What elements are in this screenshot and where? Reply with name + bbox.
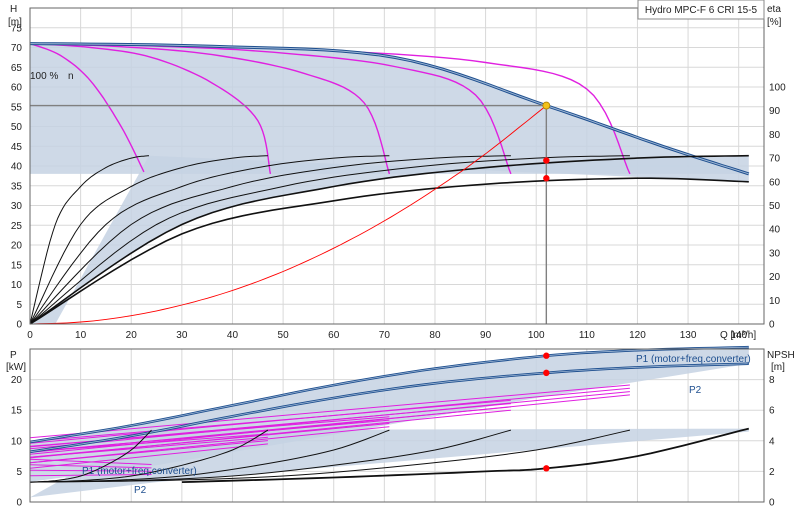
y-right-tick-label: 90 bbox=[769, 106, 781, 117]
y-right-tick-label: 80 bbox=[769, 130, 781, 141]
chart-svg: 0 10 20 30 40 50 60 70 80 90 100 110 120 130 140051015… bbox=[6, 0, 795, 509]
npsh-axis-unit: [m] bbox=[771, 362, 785, 373]
eta-marker-1 bbox=[543, 175, 550, 182]
eta-envelope-area bbox=[30, 155, 749, 324]
npsh-tick-label: 4 bbox=[769, 436, 775, 447]
npsh-tick-label: 2 bbox=[769, 467, 775, 478]
y-left-tick-label: 0 bbox=[16, 320, 22, 331]
y-left-tick-label: 30 bbox=[11, 201, 23, 212]
speed-annotation: 100 % bbox=[30, 71, 58, 82]
p-tick-label: 15 bbox=[11, 406, 23, 417]
y-left-label: H bbox=[10, 4, 17, 15]
y-left-tick-label: 5 bbox=[16, 300, 22, 311]
y-left-tick-label: 60 bbox=[11, 83, 23, 94]
legend-p2-label: P2 bbox=[689, 385, 702, 396]
x-tick-label: 110 bbox=[579, 330, 595, 341]
npsh-tick-label: 0 bbox=[769, 498, 775, 509]
y-left-tick-label: 65 bbox=[11, 63, 23, 74]
npsh-axis-label: NPSH bbox=[767, 350, 795, 361]
power-marker-0 bbox=[543, 352, 550, 359]
y-left-tick-label: 25 bbox=[11, 221, 23, 232]
p-tick-label: 5 bbox=[16, 467, 22, 478]
y-left-unit: [m] bbox=[8, 17, 22, 28]
x-tick-label: 20 bbox=[126, 330, 138, 341]
y-right-unit: [%] bbox=[767, 17, 782, 28]
x-tick-label: 40 bbox=[227, 330, 239, 341]
p-axis-label: P bbox=[10, 350, 17, 361]
x-tick-label: 120 bbox=[629, 330, 646, 341]
x-tick-label: 10 bbox=[75, 330, 87, 341]
y-right-tick-label: 70 bbox=[769, 154, 781, 165]
chart-title: Hydro MPC-F 6 CRI 15-5 bbox=[645, 5, 758, 16]
y-left-tick-label: 40 bbox=[11, 162, 23, 173]
y-left-tick-label: 45 bbox=[11, 142, 23, 153]
x-tick-label: 30 bbox=[176, 330, 188, 341]
y-right-tick-label: 60 bbox=[769, 177, 781, 188]
y-right-tick-label: 100 bbox=[769, 83, 786, 94]
power-marker-1 bbox=[543, 369, 550, 377]
x-tick-label: 100 bbox=[528, 330, 545, 341]
npsh-tick-label: 6 bbox=[769, 406, 775, 417]
power-marker-2 bbox=[543, 465, 550, 472]
y-right-tick-label: 40 bbox=[769, 225, 781, 236]
x-tick-label: 50 bbox=[278, 330, 290, 341]
y-right-tick-label: 0 bbox=[769, 320, 775, 331]
y-right-tick-label: 50 bbox=[769, 201, 781, 212]
y-left-tick-label: 10 bbox=[11, 280, 23, 291]
x-tick-label: 80 bbox=[429, 330, 441, 341]
p-tick-label: 0 bbox=[16, 498, 22, 509]
pump-performance-chart: 0 10 20 30 40 50 60 70 80 90 100 110 120 130 140 0 5 10 15… bbox=[0, 0, 800, 520]
y-left-tick-label: 70 bbox=[11, 43, 23, 54]
y-left-tick-label: 55 bbox=[11, 102, 23, 113]
p2-low-label: P2 bbox=[134, 485, 147, 496]
p-axis-unit: [kW] bbox=[6, 362, 26, 373]
x-tick-label: 90 bbox=[480, 330, 492, 341]
y-right-label: eta bbox=[767, 4, 781, 15]
y-right-tick-label: 20 bbox=[769, 272, 781, 283]
x-tick-label: 60 bbox=[328, 330, 340, 341]
x-axis-label: Q [m³/h] bbox=[720, 330, 756, 341]
duty-point-marker bbox=[542, 101, 551, 110]
npsh-tick-label: 8 bbox=[769, 375, 775, 386]
x-tick-label: 70 bbox=[379, 330, 391, 341]
x-tick-label: 130 bbox=[680, 330, 697, 341]
p-tick-label: 10 bbox=[11, 436, 23, 447]
p-tick-label: 20 bbox=[11, 375, 23, 386]
x-tick-label: 0 bbox=[27, 330, 33, 341]
y-left-tick-label: 15 bbox=[11, 260, 23, 271]
eta-marker-0 bbox=[543, 157, 550, 164]
y-left-tick-label: 50 bbox=[11, 122, 23, 133]
y-left-tick-label: 20 bbox=[11, 241, 23, 252]
legend-p1-label: P1 (motor+freq.converter) bbox=[636, 354, 751, 365]
y-right-tick-label: 10 bbox=[769, 296, 781, 307]
speed-unit-annotation: n bbox=[68, 71, 74, 82]
qh-envelope-area bbox=[30, 43, 749, 174]
p1-low-label: P1 (motor+freq.converter) bbox=[82, 466, 197, 477]
y-left-tick-label: 35 bbox=[11, 181, 23, 192]
y-right-tick-label: 30 bbox=[769, 248, 781, 259]
